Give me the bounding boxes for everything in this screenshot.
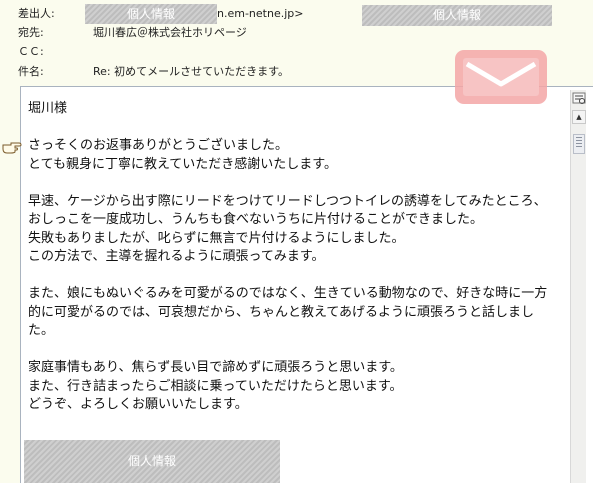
paragraph: 早速、ケージから出す際にリードをつけてリードしつつトイレの誘導をしてみたところ、… — [28, 193, 547, 265]
cc-label: ＣＣ: — [18, 45, 44, 58]
message-body: 堀川様 さっそくのお返事ありがとうございました。 とても親身に丁寧に教えていただ… — [28, 100, 558, 415]
paragraph: 家庭事情もあり、焦らず長い目で諦めずに頑張ろうと思います。 また、行き詰まったら… — [28, 360, 403, 412]
hand-pointer-icon — [2, 142, 22, 154]
scroll-up-button[interactable]: ▲ — [572, 110, 586, 124]
redacted-signature: 個人情報 — [24, 440, 280, 483]
redacted-header-right: 個人情報 — [362, 5, 552, 26]
redacted-label: 個人情報 — [127, 454, 176, 468]
redacted-label: 個人情報 — [432, 8, 481, 22]
paragraph: さっそくのお返事ありがとうございました。 とても親身に丁寧に教えていただき感謝い… — [28, 138, 338, 172]
paragraph: また、娘にもぬいぐるみを可愛がるのではなく、生きている動物なので、好きな時に一方… — [28, 286, 548, 338]
subject-text: Re: 初めてメールさせていただきます。 — [93, 65, 290, 78]
subject-label: 件名: — [18, 65, 44, 78]
from-label: 差出人: — [18, 7, 55, 20]
from-address[interactable]: n.em-netne.jp> — [217, 5, 303, 23]
to-label: 宛先: — [18, 26, 44, 39]
redacted-label: 個人情報 — [126, 7, 175, 21]
scroll-tool-icon[interactable] — [571, 90, 587, 106]
greeting: 堀川様 — [28, 101, 68, 116]
to-address[interactable]: 堀川春広＠株式会社ホリページ — [93, 24, 247, 42]
envelope-icon — [455, 50, 547, 104]
scroll-thumb[interactable] — [573, 134, 585, 154]
redacted-from: 個人情報 — [85, 4, 217, 24]
vertical-scrollbar[interactable]: ▲ — [570, 90, 586, 483]
